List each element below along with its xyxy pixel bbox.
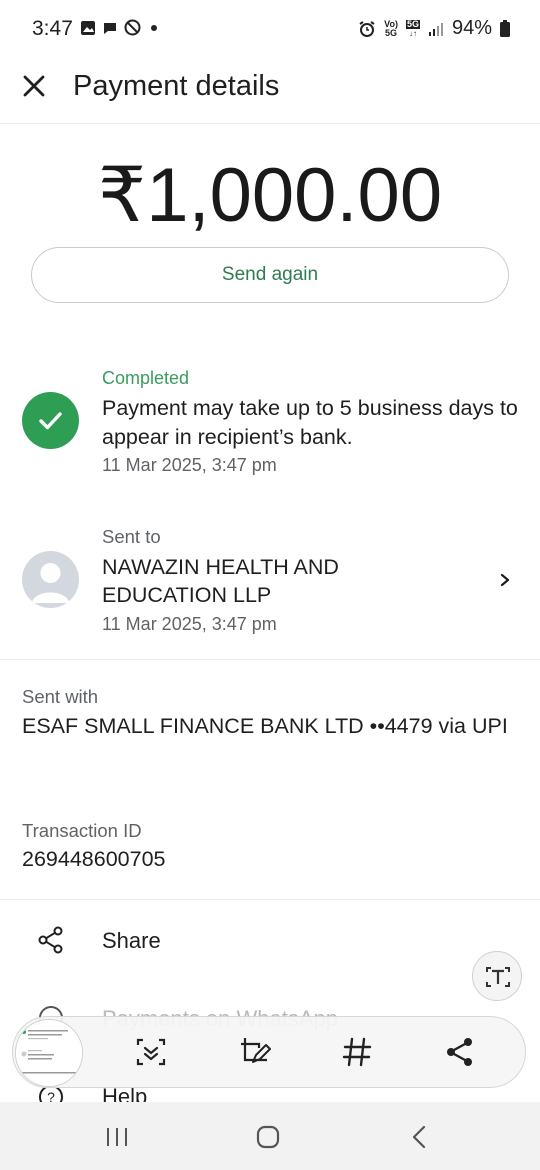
- sent-with-label: Sent with: [22, 686, 99, 707]
- recipient-date: 11 Mar 2025, 3:47 pm: [102, 614, 277, 634]
- draw-crop-icon[interactable]: [238, 1035, 272, 1069]
- home-icon[interactable]: [253, 1122, 283, 1152]
- page-title: Payment details: [73, 70, 280, 102]
- divider: [0, 899, 540, 900]
- battery-percent: 94%: [451, 17, 492, 39]
- share-icon: [38, 926, 63, 954]
- 5g-icon: 5G ↓↑: [405, 18, 420, 38]
- status-right: Vo) 5G 5G ↓↑ 94%: [358, 17, 510, 40]
- data-arrows: ↓↑: [408, 28, 417, 38]
- status-time: 3:47: [32, 17, 73, 40]
- back-icon[interactable]: [405, 1122, 435, 1152]
- status-date: 11 Mar 2025, 3:47 pm: [102, 455, 277, 475]
- checkmark-icon: [39, 412, 62, 430]
- thumbnail-preview: [16, 1020, 82, 1086]
- share-label: Share: [102, 928, 161, 953]
- payment-amount: ₹1,000.00: [97, 153, 443, 238]
- transaction-id-value: 269448600705: [22, 847, 166, 871]
- sent-with-value: ESAF SMALL FINANCE BANK LTD ••4479 via U…: [22, 714, 508, 738]
- 5g-label: 5G: [405, 18, 420, 29]
- block-icon: [124, 19, 141, 36]
- screenshot-thumbnail[interactable]: [15, 1019, 83, 1087]
- volte-icon: Vo) 5G: [384, 19, 398, 38]
- app-header: Payment details: [0, 60, 540, 124]
- completed-check-icon: [22, 392, 79, 449]
- status-bar: 3:47 Vo) 5G 5G ↓↑ 94%: [0, 0, 540, 60]
- sent-to-label: Sent to: [102, 526, 161, 547]
- hashtag-icon[interactable]: [340, 1035, 374, 1069]
- smart-select-icon[interactable]: [134, 1035, 168, 1069]
- recents-icon[interactable]: [102, 1122, 132, 1152]
- text-extract-button[interactable]: [472, 951, 522, 1001]
- alarm-icon: [359, 20, 375, 37]
- battery-icon: [500, 20, 510, 37]
- navigation-bar: [0, 1102, 540, 1170]
- close-icon[interactable]: [20, 72, 48, 100]
- signal-icon: [428, 22, 443, 36]
- chevron-right-icon[interactable]: [498, 571, 512, 589]
- share-icon[interactable]: [443, 1035, 477, 1069]
- person-icon: [32, 563, 69, 603]
- text-extract-icon: [486, 967, 510, 987]
- dot-icon: [151, 24, 157, 31]
- divider: [0, 659, 540, 660]
- avatar: [22, 551, 79, 608]
- status-message: Payment may take up to 5 business days t…: [102, 396, 518, 449]
- gallery-icon: [81, 20, 95, 35]
- send-again-button[interactable]: Send again: [31, 247, 509, 303]
- status-left-icons: [80, 19, 161, 36]
- volte-network: 5G: [385, 27, 398, 38]
- screenshot-toolbar: [12, 1016, 526, 1088]
- status-label: Completed: [102, 368, 190, 388]
- chat-icon: [104, 22, 116, 34]
- transaction-id-label: Transaction ID: [22, 820, 142, 841]
- recipient-name[interactable]: NAWAZIN HEALTH AND EDUCATION LLP: [102, 553, 432, 609]
